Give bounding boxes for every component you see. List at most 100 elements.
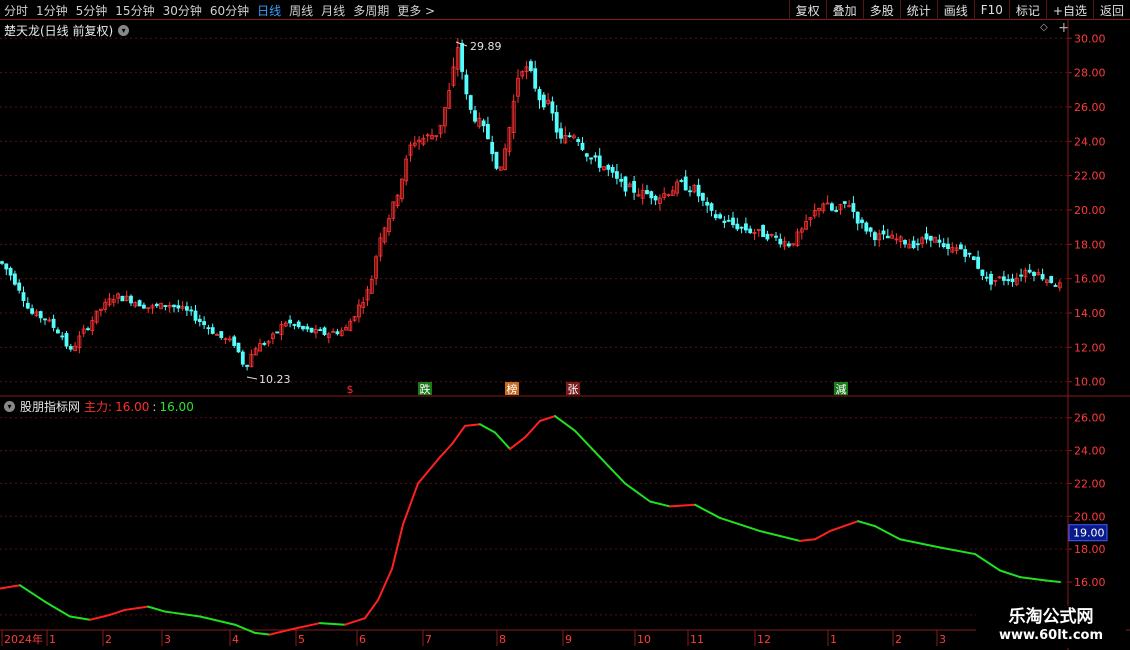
candle-body [864,222,869,232]
candle-body [262,342,267,345]
candle-body [885,235,890,239]
x-tick-label: 2 [895,633,902,646]
y-tick-label: 26.00 [1074,101,1106,114]
candle-body [86,328,90,331]
candle-body [683,176,688,191]
x-tick-label: 3 [939,633,946,646]
candle-body [610,166,615,173]
indicator-segment [109,608,126,616]
indicator-segment [147,605,166,613]
y-tick-label: 24.00 [1074,135,1106,148]
candle-body [485,124,490,140]
candle-body [141,304,146,309]
indicator-segment [0,584,21,590]
marker-label: 跌 [420,382,431,396]
candle-body [632,181,636,193]
candle-body [322,327,327,335]
indicator-segment [464,423,481,427]
candle-body [576,139,581,142]
candle-body [735,223,740,230]
x-tick-label: 5 [298,633,305,646]
stock-chart[interactable]: 30.00 28.00 26.00 24.00 22.00 20.00 18.00 16.00… [0,0,1130,650]
candle-body [739,226,744,229]
candle-body [959,244,963,250]
indicator-segment [599,456,626,485]
indicator-segment [539,415,556,422]
candle-body [593,155,598,158]
candle-body [1010,278,1015,283]
indicator-segment [451,424,466,445]
candle-body [236,342,241,353]
candle-body [172,304,176,308]
x-tick-label: 1 [830,633,837,646]
candle-body [855,211,860,224]
indicator-segment [874,525,901,541]
y-tick-label: 22.00 [1074,170,1106,183]
candle-body [830,203,834,211]
candle-body [645,190,649,195]
candle-body [705,201,710,206]
indicator-segment [19,584,46,603]
candle-body [68,346,73,350]
candle-body [623,176,628,192]
candle-body [529,61,533,71]
candle-body [473,110,477,122]
candle-body [653,195,658,201]
candle-body [911,240,916,249]
x-tick-label: 8 [499,633,506,646]
candle-body [1049,276,1054,284]
candle-body [696,184,701,197]
candle-body [51,318,56,328]
indicator-segment [799,538,816,542]
candle-body [468,95,473,110]
y-tick-label: 24.00 [1074,445,1106,458]
candle-body [980,269,985,276]
x-tick-label: 7 [425,633,432,646]
y-tick-label: 22.00 [1074,477,1106,490]
indicator-segment [494,431,511,450]
candle-body [25,302,30,309]
marker-label: 減 [836,382,847,396]
candle-body [963,249,968,257]
indicator-segment [89,613,111,621]
candle-body [842,201,847,204]
candle-body [868,227,873,232]
indicator-segment [364,599,379,620]
x-tick-label: 6 [359,633,366,646]
y-tick-label: 14.00 [1074,307,1106,320]
y-tick-label: 12.00 [1074,341,1106,354]
candle-body [937,239,942,243]
candle-body [567,135,572,138]
candle-body [873,232,877,241]
candle-body [17,282,22,291]
candle-body [1002,276,1006,281]
candle-body [1032,271,1036,276]
indicator-segment [509,436,526,450]
y-tick-label: 28.00 [1074,67,1106,80]
x-tick-label: 10 [637,633,651,646]
candle-body [679,180,684,182]
y-tick-label: 18.00 [1074,238,1106,251]
candle-body [30,308,35,314]
candle-body [726,219,731,222]
candle-body [903,239,907,245]
indicator-segment [377,567,393,602]
candle-body [851,203,856,212]
x-tick-label: 2 [105,633,112,646]
high-price-label: 29.89 [470,40,502,53]
x-tick-label: 3 [164,633,171,646]
x-tick-label: 11 [690,633,704,646]
candle-body [301,325,305,330]
indicator-segment [417,456,441,485]
candle-body [580,142,585,150]
indicator-segment [124,605,149,611]
candle-body [296,321,301,328]
candle-body [967,252,972,255]
candle-body [778,238,783,245]
cursor-value: 19.00 [1073,527,1105,540]
candle-body [154,303,159,307]
candle-body [202,321,207,326]
candle-body [245,364,250,367]
indicator-segment [199,615,236,626]
candle-body [606,164,611,170]
